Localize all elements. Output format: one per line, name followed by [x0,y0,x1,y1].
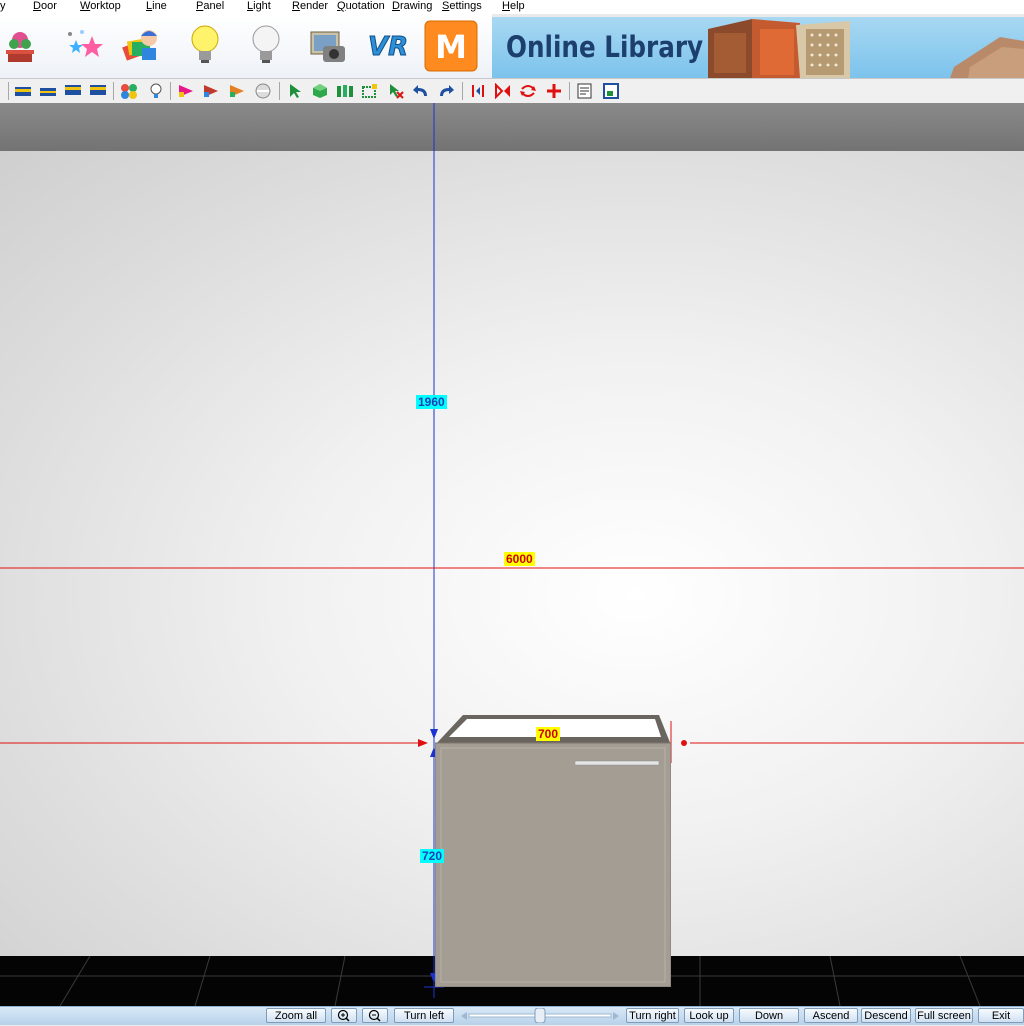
color-arrow-icon-2[interactable] [202,83,220,99]
color-palette-icon[interactable] [120,83,138,99]
panels-icon[interactable] [336,83,354,99]
turn-right-button[interactable]: Turn right [626,1008,679,1023]
design-viewport[interactable]: 1960 6000 700 720 [0,103,1024,1006]
ascend-button[interactable]: Ascend [804,1008,858,1023]
menu-item-partial[interactable]: y [0,0,6,14]
camera-photo-icon[interactable] [307,22,351,70]
menu-item-panel[interactable]: Panel [196,0,224,14]
cabinet-base-icon[interactable] [14,83,32,99]
vr-icon[interactable]: VR [364,22,416,70]
cabinet-width-dimension: 700 [536,727,561,741]
down-button[interactable]: Down [739,1008,799,1023]
svg-text:VR: VR [368,32,408,62]
zoom-out-icon [368,1009,381,1022]
bulb-off-icon[interactable] [245,22,289,70]
delete-arrow-icon[interactable] [387,83,405,99]
view-window-icon[interactable] [602,83,620,99]
cabinet-corner-icon[interactable] [89,83,107,99]
wall-width-dimension: 6000 [504,552,535,566]
menu-item-quotation[interactable]: Quotation [337,0,385,14]
menu-item-door[interactable]: Door [33,0,57,14]
wall-height-dimension: 1960 [416,395,447,409]
cabinet-tall-icon[interactable] [64,83,82,99]
slider-thumb[interactable] [534,1007,546,1024]
door-samples-image [708,19,1024,78]
undo-icon[interactable] [412,83,430,99]
sparkle-icon[interactable] [62,22,106,70]
rotate-icon[interactable] [519,83,537,99]
plant-icon[interactable] [0,22,44,70]
menu-item-help[interactable]: Help [502,0,525,14]
color-arrow-icon-3[interactable] [228,83,246,99]
exit-button[interactable]: Exit [978,1008,1024,1023]
cards-person-icon[interactable] [122,22,166,70]
menu-item-drawing[interactable]: Drawing [392,0,432,14]
edit-toolbar [0,78,1024,104]
properties-icon[interactable] [576,83,594,99]
m-logo-icon[interactable]: M [424,20,478,72]
resize-box-icon[interactable] [361,83,379,99]
svg-text:M: M [435,28,467,66]
menu-item-worktop[interactable]: Worktop [80,0,121,14]
base-cabinet[interactable] [435,715,671,987]
main-icon-toolbar: VR M [0,14,492,78]
mirror-icon[interactable] [494,82,512,100]
redo-icon[interactable] [437,83,455,99]
look-up-button[interactable]: Look up [684,1008,734,1023]
zoom-in-button[interactable] [331,1008,357,1023]
bulb-small-icon[interactable] [147,83,165,99]
menu-bar: y Door Worktop Line Panel Light Render Q… [0,0,1024,14]
color-arrow-icon-1[interactable] [177,83,195,99]
turn-left-button[interactable]: Turn left [394,1008,454,1023]
banner-title: Online Library [506,30,704,64]
zoom-all-button[interactable]: Zoom all [266,1008,326,1023]
menu-item-settings[interactable]: Settings [442,0,482,14]
zoom-out-button[interactable] [362,1008,388,1023]
move-icon[interactable] [545,83,563,99]
cabinet-height-dimension: 720 [420,849,445,863]
bulb-on-icon[interactable] [184,22,228,70]
online-library-banner[interactable]: Online Library [492,17,1024,78]
menu-item-render[interactable]: Render [292,0,328,14]
cabinet-wall-icon[interactable] [39,83,57,99]
rotation-slider[interactable] [457,1007,623,1024]
menu-item-light[interactable]: Light [247,0,271,14]
full-screen-button[interactable]: Full screen [915,1008,973,1023]
flip-vertical-icon[interactable] [469,83,487,99]
descend-button[interactable]: Descend [861,1008,911,1023]
navigation-bar: Zoom all Turn left Turn right Look up Do… [0,1006,1024,1025]
menu-item-line[interactable]: Line [146,0,167,14]
zoom-in-icon [337,1009,350,1022]
disc-icon[interactable] [254,83,272,99]
select-arrow-icon[interactable] [286,83,304,99]
cube-icon[interactable] [311,83,329,99]
